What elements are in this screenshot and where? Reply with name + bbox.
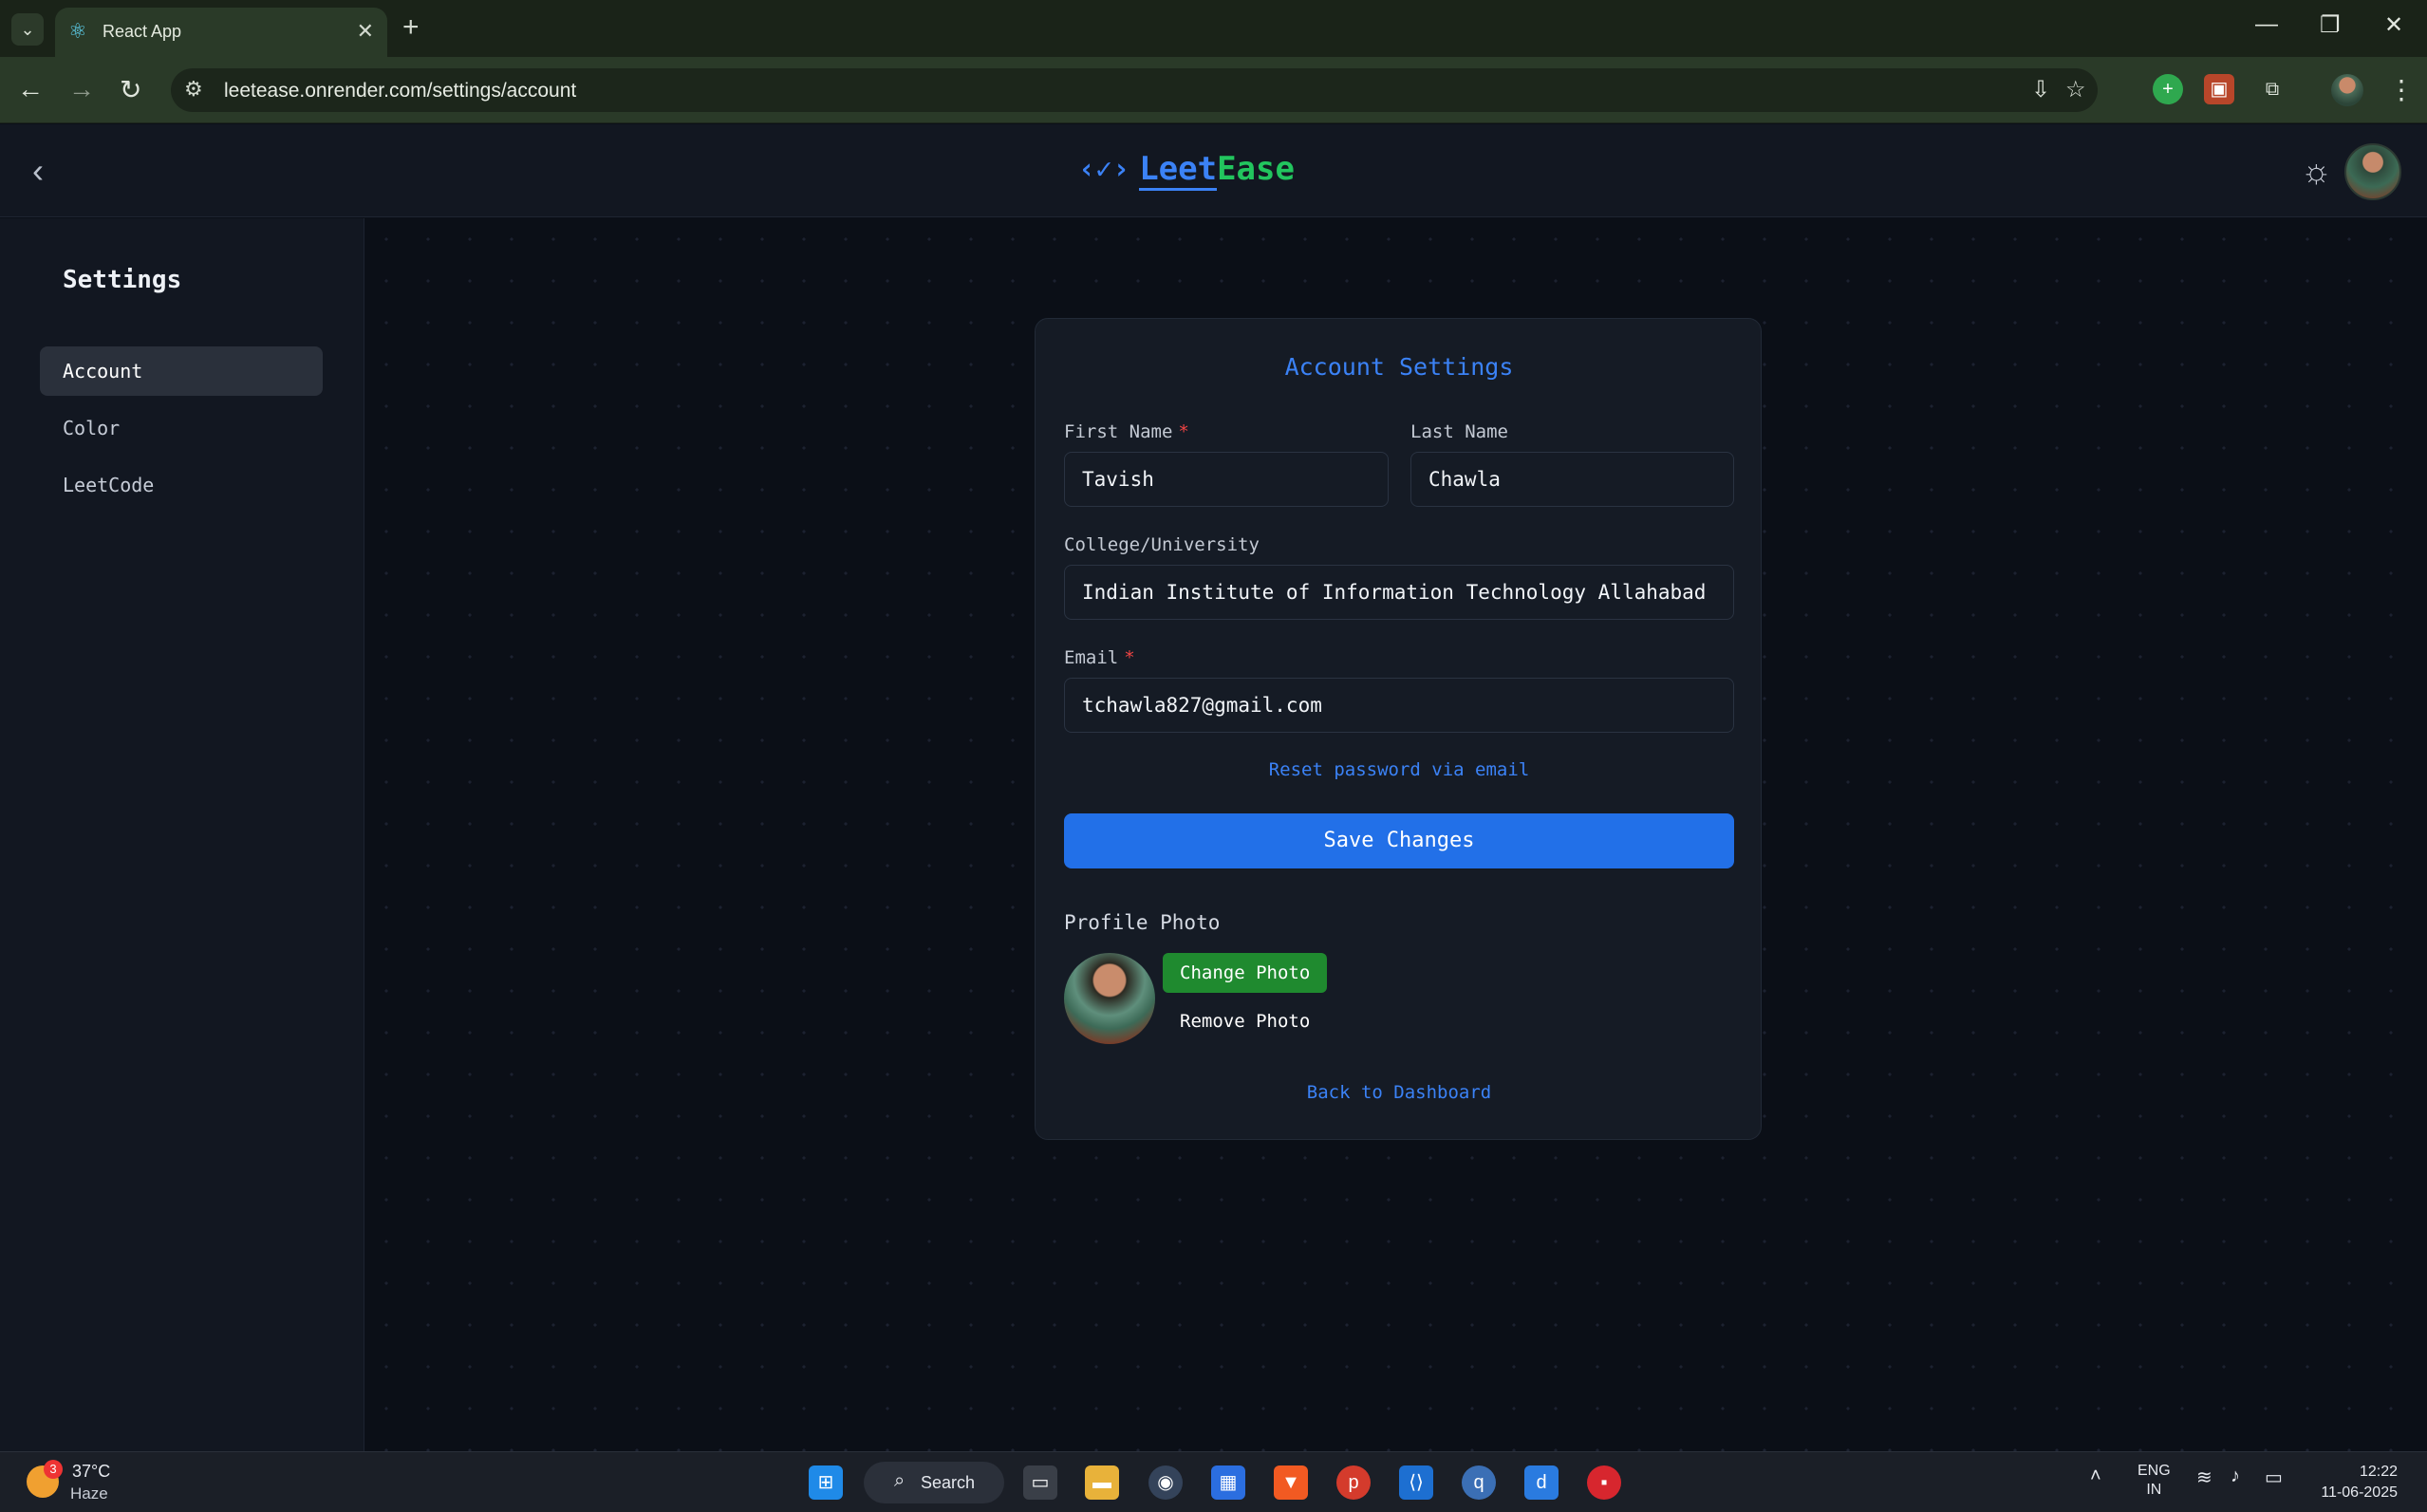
install-app-icon[interactable]: ⇩ — [2031, 76, 2050, 103]
weather-badge: 3 — [44, 1460, 63, 1479]
extension-green-icon[interactable]: + — [2153, 74, 2183, 104]
site-info-icon[interactable]: ⚙ — [184, 77, 203, 102]
settings-sidebar: Settings Account Color LeetCode — [0, 218, 364, 1451]
minimize-icon[interactable]: — — [2255, 11, 2278, 38]
last-name-input[interactable]: Chawla — [1410, 452, 1734, 507]
leetease-logo[interactable]: ‹✓› LeetEase — [1078, 145, 1295, 193]
first-name-input[interactable]: Tavish — [1064, 452, 1389, 507]
bookmark-star-icon[interactable]: ☆ — [2065, 76, 2086, 103]
card-title: Account Settings — [1284, 353, 1514, 381]
theme-toggle-sun-icon[interactable]: ☼ — [2301, 151, 2332, 191]
qbittorrent-icon[interactable]: q — [1462, 1465, 1496, 1500]
logo-text-ease: Ease — [1217, 150, 1295, 188]
search-icon: ⌕ — [894, 1470, 905, 1491]
clock-date: 11-06-2025 — [2321, 1484, 2398, 1501]
college-input[interactable]: Indian Institute of Information Technolo… — [1064, 565, 1734, 620]
brave-icon[interactable]: ▼ — [1274, 1465, 1308, 1500]
clock-time: 12:22 — [2359, 1464, 2398, 1480]
search-label: Search — [921, 1473, 976, 1492]
logo-text: LeetEase — [1139, 150, 1295, 191]
sidebar-item-account[interactable]: Account — [40, 346, 323, 396]
language-indicator[interactable]: ENG IN — [2138, 1462, 2171, 1500]
browser-tab-active[interactable]: ⚛ React App ✕ — [55, 8, 387, 57]
weather-condition[interactable]: Haze — [70, 1484, 108, 1503]
browser-profile-avatar[interactable] — [2331, 74, 2363, 106]
tab-title: React App — [103, 22, 182, 41]
sidebar-title: Settings — [63, 266, 182, 294]
required-marker: * — [1124, 647, 1135, 668]
chrome-icon[interactable]: ◉ — [1148, 1465, 1183, 1500]
email-label: Email * — [1064, 647, 1135, 668]
remove-photo-button[interactable]: Remove Photo — [1180, 1004, 1310, 1038]
back-arrow-icon[interactable]: ‹ — [32, 151, 44, 191]
profile-photo-title: Profile Photo — [1064, 911, 1221, 934]
sidebar-item-color[interactable]: Color — [40, 403, 323, 453]
sidebar-item-leetcode[interactable]: LeetCode — [40, 460, 323, 510]
taskbar-search[interactable]: ⌕ Search — [864, 1462, 1004, 1503]
college-label: College/University — [1064, 534, 1260, 555]
file-explorer-icon[interactable]: ▬ — [1085, 1465, 1119, 1500]
microsoft-store-icon[interactable]: ▦ — [1211, 1465, 1245, 1500]
system-clock[interactable]: 12:22 11-06-2025 — [2312, 1462, 2398, 1503]
reset-password-link[interactable]: Reset password via email — [1036, 759, 1763, 780]
language-code: ENG — [2138, 1463, 2171, 1479]
battery-icon[interactable]: ▭ — [2265, 1465, 2283, 1489]
new-tab-button[interactable]: + — [402, 11, 420, 44]
vscode-icon[interactable]: ⟨⟩ — [1399, 1465, 1433, 1500]
first-name-label: First Name * — [1064, 421, 1189, 442]
region-code: IN — [2146, 1482, 2162, 1498]
main-content: Account Settings First Name * Tavish Last… — [365, 218, 2427, 1451]
wifi-icon[interactable]: ≋ — [2196, 1465, 2212, 1489]
last-name-label: Last Name — [1410, 421, 1508, 442]
email-input[interactable]: tchawla827@gmail.com — [1064, 678, 1734, 733]
email-label-text: Email — [1064, 647, 1119, 668]
windows-start-icon[interactable]: ⊞ — [809, 1465, 843, 1500]
task-view-icon[interactable]: ▭ — [1023, 1465, 1057, 1500]
forward-nav-icon[interactable]: → — [68, 74, 95, 104]
browser-toolbar: ← → ↻ ⚙ leetease.onrender.com/settings/a… — [0, 57, 2427, 123]
url-text: leetease.onrender.com/settings/account — [224, 80, 577, 102]
logo-text-leet: Leet — [1139, 150, 1218, 191]
back-nav-icon[interactable]: ← — [17, 74, 44, 104]
browser-menu-icon[interactable]: ⋮ — [2388, 74, 2415, 105]
red-app-icon[interactable]: ▪ — [1587, 1465, 1621, 1500]
profile-photo-avatar — [1064, 953, 1155, 1044]
weather-temperature[interactable]: 37°C — [72, 1462, 110, 1482]
extensions-puzzle-icon[interactable]: ⧉ — [2257, 74, 2287, 104]
change-photo-button[interactable]: Change Photo — [1163, 953, 1328, 993]
p-app-icon[interactable]: p — [1336, 1465, 1371, 1500]
browser-tabstrip: ⌄ ⚛ React App ✕ + — ❐ ✕ — [0, 0, 2427, 57]
extension-cat-icon[interactable]: ▣ — [2204, 74, 2234, 104]
restore-icon[interactable]: ❐ — [2320, 11, 2341, 39]
p-blue-app-icon[interactable]: d — [1524, 1465, 1559, 1500]
user-avatar[interactable] — [2344, 143, 2401, 200]
tab-search-dropdown-button[interactable]: ⌄ — [11, 13, 44, 46]
tab-close-icon[interactable]: ✕ — [357, 19, 374, 44]
close-window-icon[interactable]: ✕ — [2384, 11, 2403, 39]
account-settings-card: Account Settings First Name * Tavish Last… — [1035, 318, 1762, 1140]
show-hidden-icons-chevron-up-icon[interactable]: ˄ — [2090, 1465, 2101, 1487]
reload-icon[interactable]: ↻ — [120, 74, 141, 105]
volume-icon[interactable]: ♪ — [2231, 1465, 2240, 1487]
address-bar[interactable]: ⚙ leetease.onrender.com/settings/account… — [171, 68, 2098, 112]
windows-taskbar: 3 37°C Haze ⊞ ⌕ Search ▭ ▬ ◉ ▦ ▼ p ⟨⟩ q … — [0, 1451, 2427, 1512]
app-header: ‹ ‹✓› LeetEase ☼ — [0, 124, 2427, 217]
react-favicon-icon: ⚛ — [68, 19, 87, 43]
first-name-label-text: First Name — [1064, 421, 1173, 442]
save-changes-button[interactable]: Save Changes — [1064, 813, 1734, 868]
screen: ⌄ ⚛ React App ✕ + — ❐ ✕ ← → ↻ ⚙ leetease… — [0, 0, 2427, 1512]
logo-code-check-icon: ‹✓› — [1078, 152, 1130, 186]
required-marker: * — [1178, 421, 1189, 442]
back-to-dashboard-link[interactable]: Back to Dashboard — [1036, 1082, 1763, 1103]
